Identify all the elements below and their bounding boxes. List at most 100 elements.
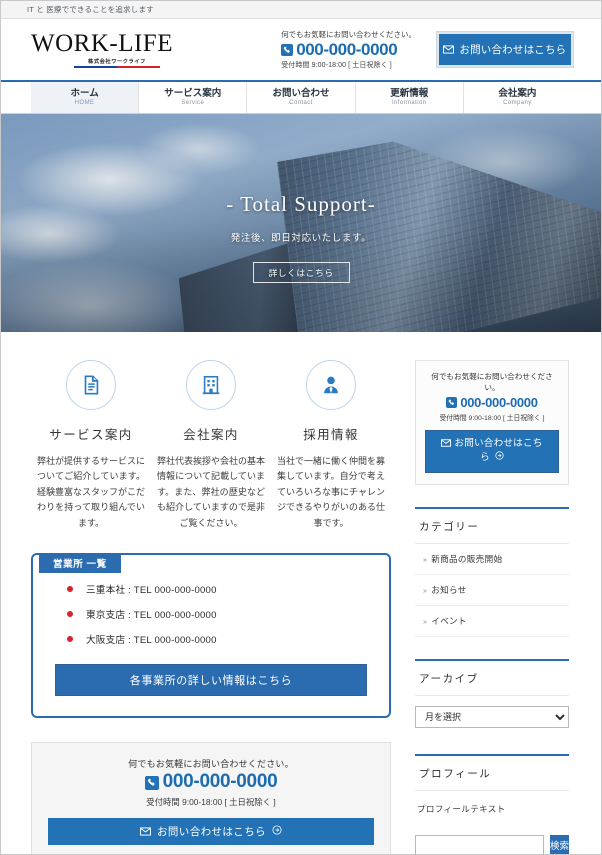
nav-item-company-label-ja: 会社案内 — [498, 87, 537, 99]
mail-icon — [443, 45, 455, 54]
chevron-right-icon: » — [423, 587, 428, 595]
nav-item-home-label-en: HOME — [74, 100, 95, 107]
widget-profile-title: プロフィール — [415, 753, 569, 791]
hero-banner: - Total Support- 発注後、即日対応いたします。 詳しくはこちら — [1, 114, 601, 332]
feature-card-company: 会社案内 弊社代表挨拶や会社の基本情報について記載しています。また、弊社の歴史な… — [151, 360, 271, 531]
sidebar-contact-lead: 何でもお気軽にお問い合わせください。 — [431, 372, 553, 392]
nav-item-service[interactable]: サービス案内 Service — [139, 82, 248, 113]
site-logo[interactable]: WORK-LIFE 株式会社ワークライフ — [31, 30, 235, 68]
feature-card-recruit-text: 当社で一緒に働く仲間を募集しています。自分で考えていろいろな事にチャレンジできる… — [277, 456, 386, 528]
sidebar-contact-box: 何でもお気軽にお問い合わせください。 000-000-0000 受付時間 9:0… — [415, 360, 569, 485]
office-entry-label: 三重本社 : TEL 000-000-0000 — [86, 585, 217, 597]
widget-archive: アーカイブ 月を選択 — [415, 658, 569, 732]
office-panel-body: 三重本社 : TEL 000-000-0000 東京支店 : TEL 000-0… — [31, 553, 391, 719]
feature-card-company-title[interactable]: 会社案内 — [157, 424, 265, 443]
list-item[interactable]: 東京支店 : TEL 000-000-0000 — [55, 602, 367, 627]
header-contact-lead: 何でもお気軽にお問い合わせください。 — [281, 30, 417, 39]
feature-card-recruit-title[interactable]: 採用情報 — [277, 424, 385, 443]
header-contact-info: 何でもお気軽にお問い合わせください。 000-000-0000 受付時間 9:0… — [281, 29, 437, 70]
nav-item-contact[interactable]: お問い合わせ Contact — [247, 82, 356, 113]
category-label: イベント — [431, 615, 467, 626]
sidebar-telephone-number[interactable]: 000-000-0000 — [460, 396, 538, 409]
office-entry-label: 東京支店 : TEL 000-000-0000 — [86, 610, 217, 622]
sidebar-item-event[interactable]: » イベント — [415, 606, 569, 637]
feature-card-service: サービス案内 弊社が提供するサービスについてご紹介しています。経験豊富なスタッフ… — [31, 360, 151, 531]
site-tagline: IT と 医療でできることを追求します — [27, 5, 154, 14]
logo-underline — [74, 66, 160, 68]
widget-profile: プロフィール プロフィールテキスト — [415, 753, 569, 815]
chevron-right-icon: » — [423, 618, 428, 626]
nav-item-home-label-ja: ホーム — [70, 87, 99, 99]
hero-copy: - Total Support- 発注後、即日対応いたします。 詳しくはこちら — [1, 192, 601, 283]
chevron-right-icon: » — [423, 556, 428, 564]
sidebar-item-news[interactable]: » お知らせ — [415, 575, 569, 606]
main-contact-button-label: お問い合わせはこちら — [157, 826, 266, 839]
logo-subtitle-wrap: 株式会社ワークライフ — [74, 58, 160, 68]
logo-company-name: 株式会社ワークライフ — [88, 59, 146, 66]
main-contact-button[interactable]: お問い合わせはこちら — [48, 818, 374, 846]
category-label: 新商品の販売開始 — [431, 553, 503, 564]
phone-icon — [281, 43, 294, 56]
page-content: サービス案内 弊社が提供するサービスについてご紹介しています。経験豊富なスタッフ… — [1, 332, 601, 854]
sidebar: 何でもお気軽にお問い合わせください。 000-000-0000 受付時間 9:0… — [415, 360, 569, 854]
profile-text: プロフィールテキスト — [417, 803, 506, 814]
sidebar-contact-button-label-cont: ら — [480, 451, 490, 463]
main-contact-telephone-row: 000-000-0000 — [48, 771, 374, 793]
category-label: お知らせ — [431, 584, 467, 595]
hero-more-button[interactable]: 詳しくはこちら — [252, 262, 350, 283]
nav-item-information-label-ja: 更新情報 — [390, 87, 429, 99]
office-details-button[interactable]: 各事業所の詳しい情報はこちら — [55, 664, 367, 697]
mail-icon — [140, 827, 151, 836]
bullet-icon — [67, 586, 73, 593]
phone-icon — [144, 775, 159, 790]
nav-item-company[interactable]: 会社案内 Company — [464, 82, 571, 113]
nav-item-service-label-en: Service — [181, 100, 205, 107]
widget-category: カテゴリー » 新商品の販売開始 » お知らせ » イベント — [415, 506, 569, 637]
widget-category-title: カテゴリー — [415, 506, 569, 544]
feature-card-company-text: 弊社代表挨拶や会社の基本情報について記載しています。また、弊社の歴史なども紹介し… — [157, 456, 266, 528]
header-telephone-number[interactable]: 000-000-0000 — [296, 41, 397, 58]
list-item[interactable]: 三重本社 : TEL 000-000-0000 — [55, 577, 367, 602]
hero-subtitle: 発注後、即日対応いたします。 — [230, 233, 372, 244]
archive-month-select[interactable]: 月を選択 — [415, 705, 569, 728]
main-column: サービス案内 弊社が提供するサービスについてご紹介しています。経験豊富なスタッフ… — [31, 360, 391, 854]
phone-icon — [446, 397, 458, 408]
feature-cards: サービス案内 弊社が提供するサービスについてご紹介しています。経験豊富なスタッフ… — [31, 360, 391, 531]
list-item[interactable]: 大阪支店 : TEL 000-000-0000 — [55, 627, 367, 652]
main-contact-box: 何でもお気軽にお問い合わせください。 000-000-0000 受付時間 9:0… — [31, 742, 391, 854]
building-icon[interactable] — [186, 360, 236, 410]
document-icon[interactable] — [66, 360, 116, 410]
arrow-circle-icon — [272, 825, 282, 838]
person-icon[interactable] — [306, 360, 356, 410]
logo-wordmark: WORK-LIFE — [31, 30, 173, 58]
nav-item-information-label-en: Information — [392, 100, 427, 107]
main-contact-hours: 受付時間 9:00-18:00 [ 土日祝除く ] — [146, 797, 276, 808]
bullet-icon — [67, 611, 73, 618]
header-contact-button[interactable]: お問い合わせはこちら — [435, 31, 575, 68]
feature-card-service-title[interactable]: サービス案内 — [37, 424, 145, 443]
main-contact-telephone-number[interactable]: 000-000-0000 — [163, 771, 278, 793]
nav-item-information[interactable]: 更新情報 Information — [356, 82, 464, 113]
header-business-hours: 受付時間 9:00-18:00 [ 土日祝除く ] — [281, 62, 392, 69]
archive-select-wrap: 月を選択 — [415, 696, 569, 732]
search-input[interactable] — [415, 834, 544, 854]
office-list: 三重本社 : TEL 000-000-0000 東京支店 : TEL 000-0… — [55, 577, 367, 652]
header-contact-button-label: お問い合わせはこちら — [459, 44, 567, 56]
mail-icon — [441, 439, 452, 447]
header-telephone-row: 000-000-0000 — [281, 41, 437, 58]
office-panel: 営業所 一覧 三重本社 : TEL 000-000-0000 東京支店 : TE… — [31, 553, 391, 719]
nav-item-contact-label-ja: お問い合わせ — [272, 87, 330, 99]
office-entry-label: 大阪支店 : TEL 000-000-0000 — [86, 635, 217, 647]
main-contact-lead: 何でもお気軽にお問い合わせください。 — [128, 759, 294, 770]
nav-item-home[interactable]: ホーム HOME — [31, 82, 140, 113]
search-button[interactable]: 検索 — [550, 834, 569, 854]
sidebar-contact-hours: 受付時間 9:00-18:00 [ 土日祝除く ] — [439, 415, 545, 422]
nav-item-contact-label-en: Contact — [289, 100, 313, 107]
main-navigation: ホーム HOME サービス案内 Service お問い合わせ Contact 更… — [1, 80, 601, 114]
page-root: IT と 医療でできることを追求します WORK-LIFE 株式会社ワークライフ… — [0, 0, 602, 855]
top-tagline-bar: IT と 医療でできることを追求します — [1, 1, 601, 19]
sidebar-item-new-product[interactable]: » 新商品の販売開始 — [415, 544, 569, 575]
nav-item-company-label-en: Company — [503, 100, 532, 107]
widget-archive-title: アーカイブ — [415, 658, 569, 696]
sidebar-contact-button[interactable]: お問い合わせはこち ら — [425, 430, 559, 473]
